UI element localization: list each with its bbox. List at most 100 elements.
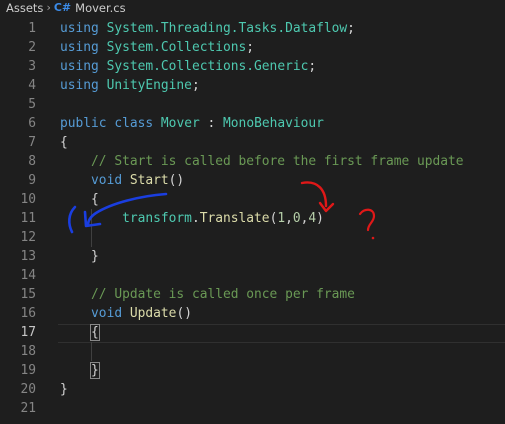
code-token: :	[199, 116, 224, 131]
line-number: 3	[28, 59, 36, 74]
line-number: 2	[28, 40, 36, 55]
code-text: void Start()	[60, 171, 184, 190]
line-number: 11	[20, 211, 36, 226]
code-text: // Update is called once per frame	[60, 285, 355, 304]
code-line[interactable]: 19 }	[0, 361, 505, 380]
line-number: 16	[20, 306, 36, 321]
matched-bracket: }	[90, 362, 100, 379]
code-text: }	[60, 380, 68, 399]
code-token: 4	[308, 211, 317, 226]
code-text: transform.Translate(1,0,4)	[60, 209, 324, 228]
code-token: }	[60, 382, 68, 397]
code-line[interactable]: 12	[0, 228, 505, 247]
code-token: Start	[129, 173, 169, 188]
code-token: ;	[308, 59, 317, 74]
line-number: 9	[28, 173, 36, 188]
code-token: ;	[191, 78, 200, 93]
code-line[interactable]: 2 using System.Collections;	[0, 38, 505, 57]
code-text: {	[60, 190, 99, 209]
code-line[interactable]: 5	[0, 95, 505, 114]
code-line[interactable]: 13 }	[0, 247, 505, 266]
code-line[interactable]: 20}	[0, 380, 505, 399]
code-text: using UnityEngine;	[60, 76, 200, 95]
code-line[interactable]: 8 // Start is called before the first fr…	[0, 152, 505, 171]
matched-bracket: {	[90, 324, 100, 341]
code-token: }	[91, 249, 99, 264]
line-number: 5	[28, 97, 36, 112]
code-text: }	[60, 361, 100, 380]
code-token: ;	[347, 21, 355, 36]
code-token: ()	[176, 306, 192, 321]
indent-guide	[91, 209, 92, 247]
code-token: using	[60, 59, 99, 74]
code-text: }	[60, 247, 99, 266]
code-token: System.Threading.Tasks.Dataflow	[106, 21, 348, 36]
csharp-file-icon: C#	[53, 1, 72, 14]
code-token: transform	[122, 211, 192, 226]
code-token: void	[91, 306, 123, 321]
code-text: {	[60, 133, 68, 152]
breadcrumb-file[interactable]: Mover.cs	[75, 1, 125, 15]
code-line[interactable]: 18	[0, 342, 505, 361]
code-token: UnityEngine	[106, 78, 192, 93]
line-number: 6	[28, 116, 36, 131]
line-number: 20	[20, 382, 36, 397]
code-token: {	[91, 192, 99, 207]
code-token: .	[191, 211, 200, 226]
code-token: )	[316, 211, 324, 226]
code-text: using System.Collections.Generic;	[60, 57, 316, 76]
code-token: System.Collections.Generic	[106, 59, 309, 74]
breadcrumb-folder[interactable]: Assets	[6, 1, 43, 15]
line-number: 1	[28, 21, 36, 36]
code-line[interactable]: 7{	[0, 133, 505, 152]
code-line[interactable]: 21	[0, 399, 505, 418]
line-number: 21	[20, 401, 36, 416]
code-token: ,	[285, 211, 293, 226]
code-token: // Start is called before the first fram…	[91, 154, 464, 169]
code-text: using System.Collections;	[60, 38, 254, 57]
code-line[interactable]: 3 using System.Collections.Generic;	[0, 57, 505, 76]
code-token: // Update is called once per frame	[91, 287, 355, 302]
code-line[interactable]: 10 {	[0, 190, 505, 209]
code-line[interactable]: 1 using System.Threading.Tasks.Dataflow;	[0, 19, 505, 38]
line-number: 13	[20, 249, 36, 264]
line-number: 17	[20, 325, 36, 340]
code-line[interactable]: 9 void Start()	[0, 171, 505, 190]
code-line[interactable]: 17 {	[0, 323, 505, 342]
code-token: Update	[129, 306, 177, 321]
line-number: 8	[28, 154, 36, 169]
code-line[interactable]: 11 transform.Translate(1,0,4)	[0, 209, 505, 228]
code-text: void Update()	[60, 304, 192, 323]
code-line[interactable]: 16 void Update()	[0, 304, 505, 323]
line-number: 18	[20, 344, 36, 359]
code-token: System.Collections	[106, 40, 247, 55]
line-number: 14	[20, 268, 36, 283]
code-editor[interactable]: 1 using System.Threading.Tasks.Dataflow; 2…	[0, 15, 505, 424]
chevron-right-icon: ›	[46, 1, 51, 14]
code-token: MonoBehaviour	[223, 116, 324, 131]
code-line[interactable]: 4 using UnityEngine;	[0, 76, 505, 95]
code-line[interactable]: 6 public class Mover : MonoBehaviour	[0, 114, 505, 133]
code-token: class	[114, 116, 154, 131]
line-number: 7	[28, 135, 36, 150]
indent-guide	[91, 342, 92, 361]
code-token: ;	[246, 40, 255, 55]
code-token: public	[60, 116, 107, 131]
line-number: 19	[20, 363, 36, 378]
code-line[interactable]: 15 // Update is called once per frame	[0, 285, 505, 304]
code-line[interactable]: 14	[0, 266, 505, 285]
line-number: 15	[20, 287, 36, 302]
code-token: void	[91, 173, 123, 188]
